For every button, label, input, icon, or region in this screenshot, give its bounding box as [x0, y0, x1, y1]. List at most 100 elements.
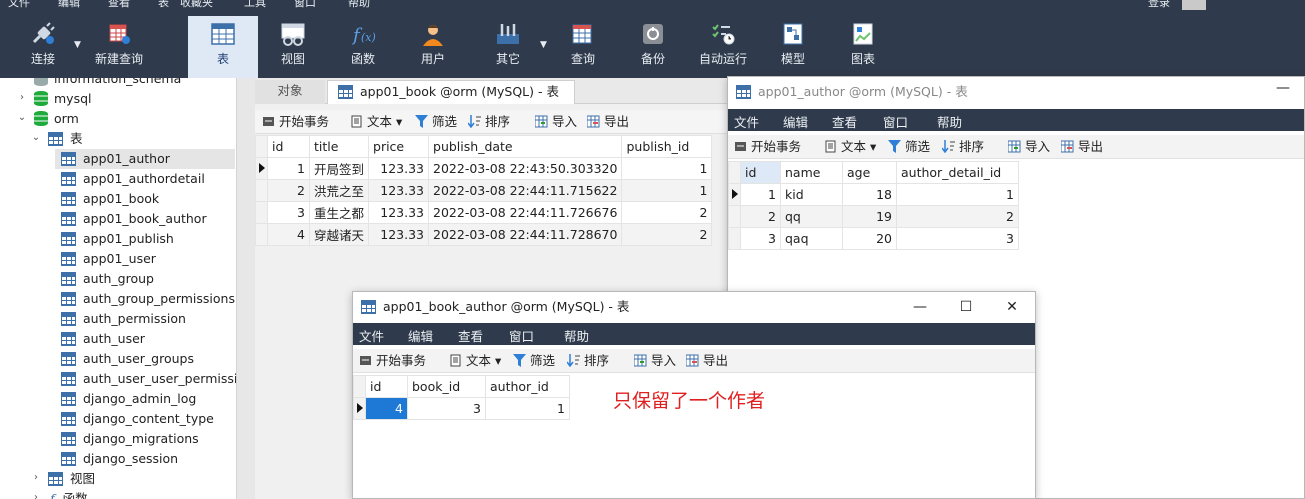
grid-cell[interactable]: 123.33	[368, 223, 430, 246]
other-dropdown-icon[interactable]: ▼	[540, 40, 547, 50]
collapse-icon[interactable]: ⌄	[16, 112, 28, 123]
table-row[interactable]: 1 kid 18 1	[728, 183, 1019, 206]
expand-icon[interactable]: ›	[30, 472, 42, 483]
grid-cell[interactable]: kid	[780, 183, 843, 206]
column-header[interactable]: author_id	[485, 375, 570, 398]
grid-cell[interactable]: 1	[485, 397, 570, 420]
tab-objects[interactable]: 对象	[255, 80, 325, 104]
column-header[interactable]: price	[368, 135, 430, 158]
column-header[interactable]: age	[842, 161, 897, 184]
minimize-button[interactable]: —	[897, 292, 943, 322]
grid-cell[interactable]: 1	[621, 179, 713, 202]
grid-cell[interactable]: 开局签到	[308, 157, 370, 180]
import-button[interactable]: 导入	[634, 353, 676, 369]
table-row[interactable]: 4 3 1	[353, 397, 570, 420]
chart-button[interactable]: 图表	[828, 16, 898, 78]
grid-cell[interactable]: 重生之都	[308, 201, 370, 224]
grid-cell[interactable]: 2	[621, 223, 713, 246]
menu-tools[interactable]: 工具	[244, 0, 266, 10]
import-button[interactable]: 导入	[535, 114, 577, 130]
grid-cell[interactable]: 3	[896, 227, 1019, 250]
menu-file[interactable]: 文件	[8, 0, 30, 10]
grid-cell[interactable]: 2022-03-08 22:44:11.728670	[428, 223, 623, 246]
grid-cell[interactable]: 19	[842, 205, 897, 228]
column-header[interactable]: publish_date	[428, 135, 623, 158]
grid-cell[interactable]: 2	[740, 205, 781, 228]
grid-cell[interactable]: 4	[267, 223, 310, 246]
menu-edit[interactable]: 编辑	[408, 326, 433, 345]
grid-cell[interactable]: 穿越诸天	[308, 223, 370, 246]
table-row[interactable]: 2 qq 19 2	[728, 205, 1019, 228]
table-button[interactable]: 表	[188, 16, 258, 78]
grid-cell[interactable]: 洪荒之至	[308, 179, 370, 202]
menu-window[interactable]: 窗口	[509, 326, 534, 345]
column-header[interactable]: id	[740, 161, 781, 184]
text-button[interactable]: 文本 ▾	[824, 139, 876, 155]
menu-window[interactable]: 窗口	[883, 112, 908, 131]
tab-app01-book[interactable]: app01_book @orm (MySQL) - 表	[327, 80, 575, 104]
menu-view[interactable]: 查看	[108, 0, 130, 10]
menu-favorites[interactable]: 收藏夹	[180, 0, 213, 10]
tree-table-item[interactable]: auth_group	[61, 269, 154, 289]
grid-cell[interactable]: 2	[621, 201, 713, 224]
grid-cell[interactable]: qq	[780, 205, 843, 228]
menu-help[interactable]: 帮助	[564, 326, 589, 345]
tree-table-item[interactable]: django_migrations	[61, 429, 199, 449]
text-button[interactable]: 文本 ▾	[350, 114, 402, 130]
grid-cell[interactable]: qaq	[780, 227, 843, 250]
begin-transaction-button[interactable]: 开始事务	[359, 353, 426, 369]
tree-table-item[interactable]: django_session	[61, 449, 178, 469]
tree-table-item[interactable]: auth_user_groups	[61, 349, 194, 369]
column-header[interactable]: title	[308, 135, 370, 158]
grid-cell[interactable]: 1	[896, 183, 1019, 206]
grid-cell[interactable]: 2	[267, 179, 310, 202]
tree-db-orm[interactable]: orm	[34, 109, 79, 129]
expand-icon[interactable]: ›	[16, 92, 28, 103]
tree-table-item[interactable]: auth_user_user_permissions	[61, 369, 236, 389]
export-button[interactable]: 导出	[686, 353, 728, 369]
menu-edit[interactable]: 编辑	[58, 0, 80, 10]
tree-db-mysql[interactable]: mysql	[34, 89, 92, 109]
column-header[interactable]: id	[267, 135, 310, 158]
column-header[interactable]: id	[365, 375, 408, 398]
minimize-button[interactable]: —	[1260, 77, 1304, 103]
export-button[interactable]: 导出	[1061, 139, 1103, 155]
tree-db-information-schema[interactable]: information_schema	[34, 78, 181, 89]
menu-file[interactable]: 文件	[734, 112, 759, 131]
grid-cell[interactable]: 3	[407, 397, 486, 420]
sort-button[interactable]: 排序	[942, 139, 984, 155]
tree-table-item[interactable]: app01_book_author	[61, 209, 207, 229]
tree-folder-tables[interactable]: 表	[48, 129, 83, 149]
tree-table-item[interactable]: auth_permission	[61, 309, 186, 329]
menu-view[interactable]: 查看	[832, 112, 857, 131]
avatar[interactable]	[1182, 0, 1206, 10]
tree-table-item[interactable]: django_content_type	[61, 409, 214, 429]
function-button[interactable]: f (x) 函数	[328, 16, 398, 78]
menu-window[interactable]: 窗口	[294, 0, 316, 10]
menu-help[interactable]: 帮助	[937, 112, 962, 131]
grid-cell[interactable]: 2022-03-08 22:43:50.303320	[428, 157, 623, 180]
query-button[interactable]: 查询	[548, 16, 618, 78]
sort-button[interactable]: 排序	[468, 114, 510, 130]
expand-icon[interactable]: ›	[30, 492, 42, 499]
export-button[interactable]: 导出	[587, 114, 629, 130]
grid-cell[interactable]: 123.33	[368, 179, 430, 202]
tree-table-item[interactable]: app01_publish	[61, 229, 174, 249]
connect-dropdown-icon[interactable]: ▼	[74, 40, 81, 50]
column-header[interactable]: publish_id	[621, 135, 713, 158]
menu-view[interactable]: 查看	[458, 326, 483, 345]
tree-folder-functions[interactable]: f 函数	[50, 489, 88, 499]
grid-cell[interactable]: 1	[740, 183, 781, 206]
grid-cell[interactable]: 123.33	[368, 157, 430, 180]
backup-button[interactable]: 备份	[618, 16, 688, 78]
close-button[interactable]: ✕	[989, 292, 1035, 322]
grid-cell[interactable]: 3	[740, 227, 781, 250]
grid-cell[interactable]: 1	[267, 157, 310, 180]
tree-table-item[interactable]: django_admin_log	[61, 389, 196, 409]
grid-cell[interactable]: 3	[267, 201, 310, 224]
maximize-button[interactable]: ☐	[943, 292, 989, 322]
import-button[interactable]: 导入	[1008, 139, 1050, 155]
filter-button[interactable]: 筛选	[888, 139, 930, 155]
auto-run-button[interactable]: 自动运行	[688, 16, 758, 78]
grid-cell[interactable]: 20	[842, 227, 897, 250]
